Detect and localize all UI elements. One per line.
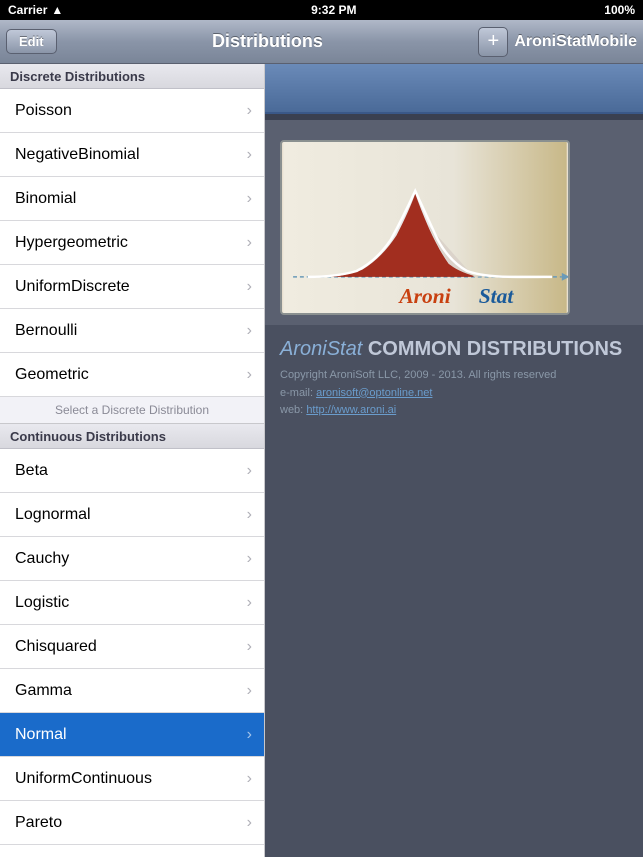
sidebar-item-bernoulli[interactable]: Bernoulli › bbox=[0, 309, 264, 353]
sidebar-item-cauchy[interactable]: Cauchy › bbox=[0, 537, 264, 581]
binomial-label: Binomial bbox=[15, 190, 76, 208]
right-panel: Aroni Stat AroniStat COMMON DISTRIBUTION… bbox=[265, 64, 643, 857]
sidebar-item-geometric[interactable]: Geometric › bbox=[0, 353, 264, 397]
email-value[interactable]: aronisoft@optonline.net bbox=[316, 387, 432, 399]
edit-button[interactable]: Edit bbox=[6, 29, 57, 54]
normal-label: Normal bbox=[15, 726, 67, 744]
uniformdiscrete-label: UniformDiscrete bbox=[15, 278, 130, 296]
geometric-chevron: › bbox=[247, 366, 252, 384]
logistic-chevron: › bbox=[247, 594, 252, 612]
uniformcontinuous-label: UniformContinuous bbox=[15, 770, 152, 788]
discrete-section-header: Discrete Distributions bbox=[0, 64, 264, 89]
logistic-label: Logistic bbox=[15, 594, 69, 612]
email-line: e-mail: aronisoft@optonline.net bbox=[280, 385, 628, 403]
status-bar: Carrier ▲ 9:32 PM 100% bbox=[0, 0, 643, 20]
hypergeometric-label: Hypergeometric bbox=[15, 234, 128, 252]
sidebar-item-pareto[interactable]: Pareto › bbox=[0, 801, 264, 845]
sidebar-item-binomial[interactable]: Binomial › bbox=[0, 177, 264, 221]
poisson-label: Poisson bbox=[15, 102, 72, 120]
sidebar-item-uniformdiscrete[interactable]: UniformDiscrete › bbox=[0, 265, 264, 309]
status-left: Carrier ▲ bbox=[8, 3, 63, 17]
right-top-bar bbox=[265, 64, 643, 114]
binomial-chevron: › bbox=[247, 190, 252, 208]
gamma-chevron: › bbox=[247, 682, 252, 700]
uniformdiscrete-chevron: › bbox=[247, 278, 252, 296]
chisquared-label: Chisquared bbox=[15, 638, 97, 656]
beta-chevron: › bbox=[247, 462, 252, 480]
status-battery: 100% bbox=[604, 3, 635, 17]
graph-area: Aroni Stat bbox=[265, 120, 643, 325]
cauchy-chevron: › bbox=[247, 550, 252, 568]
hypergeometric-chevron: › bbox=[247, 234, 252, 252]
lognormal-chevron: › bbox=[247, 506, 252, 524]
continuous-section-header: Continuous Distributions bbox=[0, 424, 264, 449]
cauchy-label: Cauchy bbox=[15, 550, 69, 568]
beta-label: Beta bbox=[15, 462, 48, 480]
lognormal-label: Lognormal bbox=[15, 506, 91, 524]
uniformcontinuous-chevron: › bbox=[247, 770, 252, 788]
app-title: AroniStatMobile bbox=[514, 33, 637, 51]
gamma-label: Gamma bbox=[15, 682, 72, 700]
poisson-chevron: › bbox=[247, 102, 252, 120]
sidebar-item-uniformcontinuous[interactable]: UniformContinuous › bbox=[0, 757, 264, 801]
web-line: web: http://www.aroni.ai bbox=[280, 402, 628, 420]
sidebar-item-hypergeometric[interactable]: Hypergeometric › bbox=[0, 221, 264, 265]
pareto-chevron: › bbox=[247, 814, 252, 832]
negativebinomial-label: NegativeBinomial bbox=[15, 146, 140, 164]
sidebar-item-poisson[interactable]: Poisson › bbox=[0, 89, 264, 133]
common-distributions-text: COMMON DISTRIBUTIONS bbox=[368, 338, 622, 360]
main-layout: Discrete Distributions Poisson › Negativ… bbox=[0, 64, 643, 857]
sidebar-item-logistic[interactable]: Logistic › bbox=[0, 581, 264, 625]
geometric-label: Geometric bbox=[15, 366, 89, 384]
bernoulli-chevron: › bbox=[247, 322, 252, 340]
navigation-bar: Edit Distributions + AroniStatMobile bbox=[0, 20, 643, 64]
copyright-line: Copyright AroniSoft LLC, 2009 - 2013. Al… bbox=[280, 367, 628, 385]
pareto-label: Pareto bbox=[15, 814, 62, 832]
sidebar-item-chisquared[interactable]: Chisquared › bbox=[0, 625, 264, 669]
sidebar-item-gamma[interactable]: Gamma › bbox=[0, 669, 264, 713]
sidebar-item-beta[interactable]: Beta › bbox=[0, 449, 264, 493]
sidebar: Discrete Distributions Poisson › Negativ… bbox=[0, 64, 265, 857]
svg-text:Stat: Stat bbox=[479, 284, 515, 308]
carrier-label: Carrier bbox=[8, 3, 47, 17]
normal-chevron: › bbox=[247, 726, 252, 744]
negativebinomial-chevron: › bbox=[247, 146, 252, 164]
discrete-footer: Select a Discrete Distribution bbox=[0, 397, 264, 424]
add-button[interactable]: + bbox=[478, 27, 508, 57]
sidebar-item-f[interactable]: F › bbox=[0, 845, 264, 857]
bernoulli-label: Bernoulli bbox=[15, 322, 77, 340]
sidebar-item-normal[interactable]: Normal › bbox=[0, 713, 264, 757]
web-value[interactable]: http://www.aroni.ai bbox=[306, 404, 396, 416]
chisquared-chevron: › bbox=[247, 638, 252, 656]
nav-title: Distributions bbox=[212, 31, 323, 52]
svg-text:Aroni: Aroni bbox=[397, 284, 450, 308]
status-time: 9:32 PM bbox=[311, 3, 356, 17]
common-distributions-title: AroniStat COMMON DISTRIBUTIONS bbox=[280, 335, 628, 361]
bell-curve-svg: Aroni Stat bbox=[282, 142, 568, 313]
copyright-info: Copyright AroniSoft LLC, 2009 - 2013. Al… bbox=[280, 367, 628, 420]
graph-container: Aroni Stat bbox=[280, 140, 570, 315]
right-bottom-info: AroniStat COMMON DISTRIBUTIONS Copyright… bbox=[265, 325, 643, 857]
sidebar-item-lognormal[interactable]: Lognormal › bbox=[0, 493, 264, 537]
web-label: web: bbox=[280, 404, 303, 416]
wifi-icon: ▲ bbox=[51, 3, 63, 17]
sidebar-item-negativebinomial[interactable]: NegativeBinomial › bbox=[0, 133, 264, 177]
aronistat-italic-label: AroniStat bbox=[280, 338, 368, 360]
email-label: e-mail: bbox=[280, 387, 313, 399]
